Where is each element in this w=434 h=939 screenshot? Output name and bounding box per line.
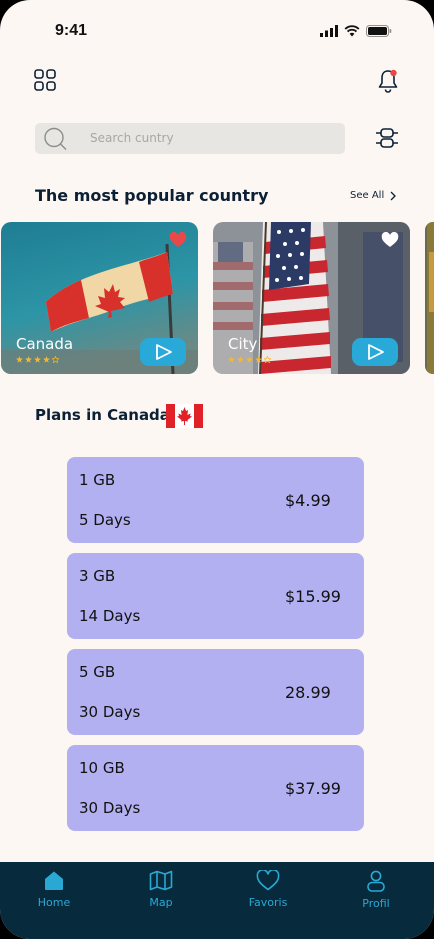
plan-price: 28.99: [285, 683, 331, 702]
plan-duration: 30 Days: [79, 799, 141, 817]
heart-icon: [256, 869, 280, 891]
play-icon: [368, 344, 384, 360]
canada-flag-icon: [166, 404, 203, 428]
nav-label: Profil: [362, 897, 390, 910]
plan-card[interactable]: 3 GB 14 Days $15.99: [67, 553, 364, 639]
nav-item-map[interactable]: Map: [121, 870, 201, 909]
bottom-nav: Home Map Favoris Profil: [0, 862, 434, 939]
star-icon: [34, 356, 41, 363]
plan-price: $4.99: [285, 491, 331, 510]
bell-icon[interactable]: [376, 68, 400, 94]
plan-card[interactable]: 1 GB 5 Days $4.99: [67, 457, 364, 543]
nav-label: Map: [149, 896, 173, 909]
nav-item-profil[interactable]: Profil: [336, 870, 416, 910]
star-outline-icon: [264, 356, 271, 363]
battery-icon: [366, 25, 392, 37]
plan-data-amount: 3 GB: [79, 567, 116, 585]
plan-data-amount: 10 GB: [79, 759, 125, 777]
status-time: 9:41: [55, 22, 88, 39]
see-all-link[interactable]: See All: [350, 190, 397, 201]
country-card-partial[interactable]: [425, 222, 434, 374]
status-icons: [320, 25, 392, 37]
nav-item-favoris[interactable]: Favoris: [228, 869, 308, 909]
nav-label: Favoris: [248, 896, 288, 909]
grid-menu-icon[interactable]: [34, 69, 56, 91]
plan-data-amount: 1 GB: [79, 471, 116, 489]
user-icon: [367, 870, 385, 892]
nav-item-home[interactable]: Home: [14, 870, 94, 909]
search-icon: [44, 127, 67, 150]
plan-duration: 14 Days: [79, 607, 141, 625]
plan-price: $15.99: [285, 587, 341, 606]
country-card-city[interactable]: City: [213, 222, 410, 374]
star-icon: [237, 356, 244, 363]
star-outline-icon: [52, 356, 59, 363]
star-icon: [246, 356, 253, 363]
star-rating: [228, 356, 271, 363]
map-icon: [149, 870, 173, 891]
play-button[interactable]: [140, 338, 186, 366]
plan-card[interactable]: 10 GB 30 Days $37.99: [67, 745, 364, 831]
filter-icon[interactable]: [375, 126, 399, 150]
signal-icon: [320, 25, 338, 37]
wifi-icon: [344, 25, 360, 37]
play-button[interactable]: [352, 338, 398, 366]
star-icon: [228, 356, 235, 363]
popular-section-title: The most popular country: [35, 186, 269, 205]
plan-data-amount: 5 GB: [79, 663, 116, 681]
plan-card[interactable]: 5 GB 30 Days 28.99: [67, 649, 364, 735]
home-icon: [45, 871, 63, 890]
search-bar[interactable]: Search cuntry: [35, 123, 345, 154]
card-country-name: City: [228, 335, 258, 353]
plan-duration: 30 Days: [79, 703, 141, 721]
star-icon: [25, 356, 32, 363]
heart-icon[interactable]: [381, 232, 399, 248]
card-country-name: Canada: [16, 335, 74, 353]
heart-icon[interactable]: [169, 232, 187, 248]
plans-section-title: Plans in Canada: [35, 406, 170, 424]
status-bar: 9:41: [0, 22, 434, 44]
star-icon: [255, 356, 262, 363]
plan-price: $37.99: [285, 779, 341, 798]
nav-label: Home: [37, 896, 71, 909]
card-photo: [427, 222, 434, 374]
phone-screen: 9:41 Search cuntry The most popular coun…: [0, 0, 434, 939]
chevron-right-icon: [390, 191, 397, 200]
country-card-canada[interactable]: Canada: [1, 222, 198, 374]
star-icon: [16, 356, 23, 363]
play-icon: [156, 344, 172, 360]
search-input[interactable]: Search cuntry: [90, 131, 174, 145]
see-all-label: See All: [350, 190, 385, 201]
star-icon: [43, 356, 50, 363]
star-rating: [16, 356, 59, 363]
plan-duration: 5 Days: [79, 511, 131, 529]
